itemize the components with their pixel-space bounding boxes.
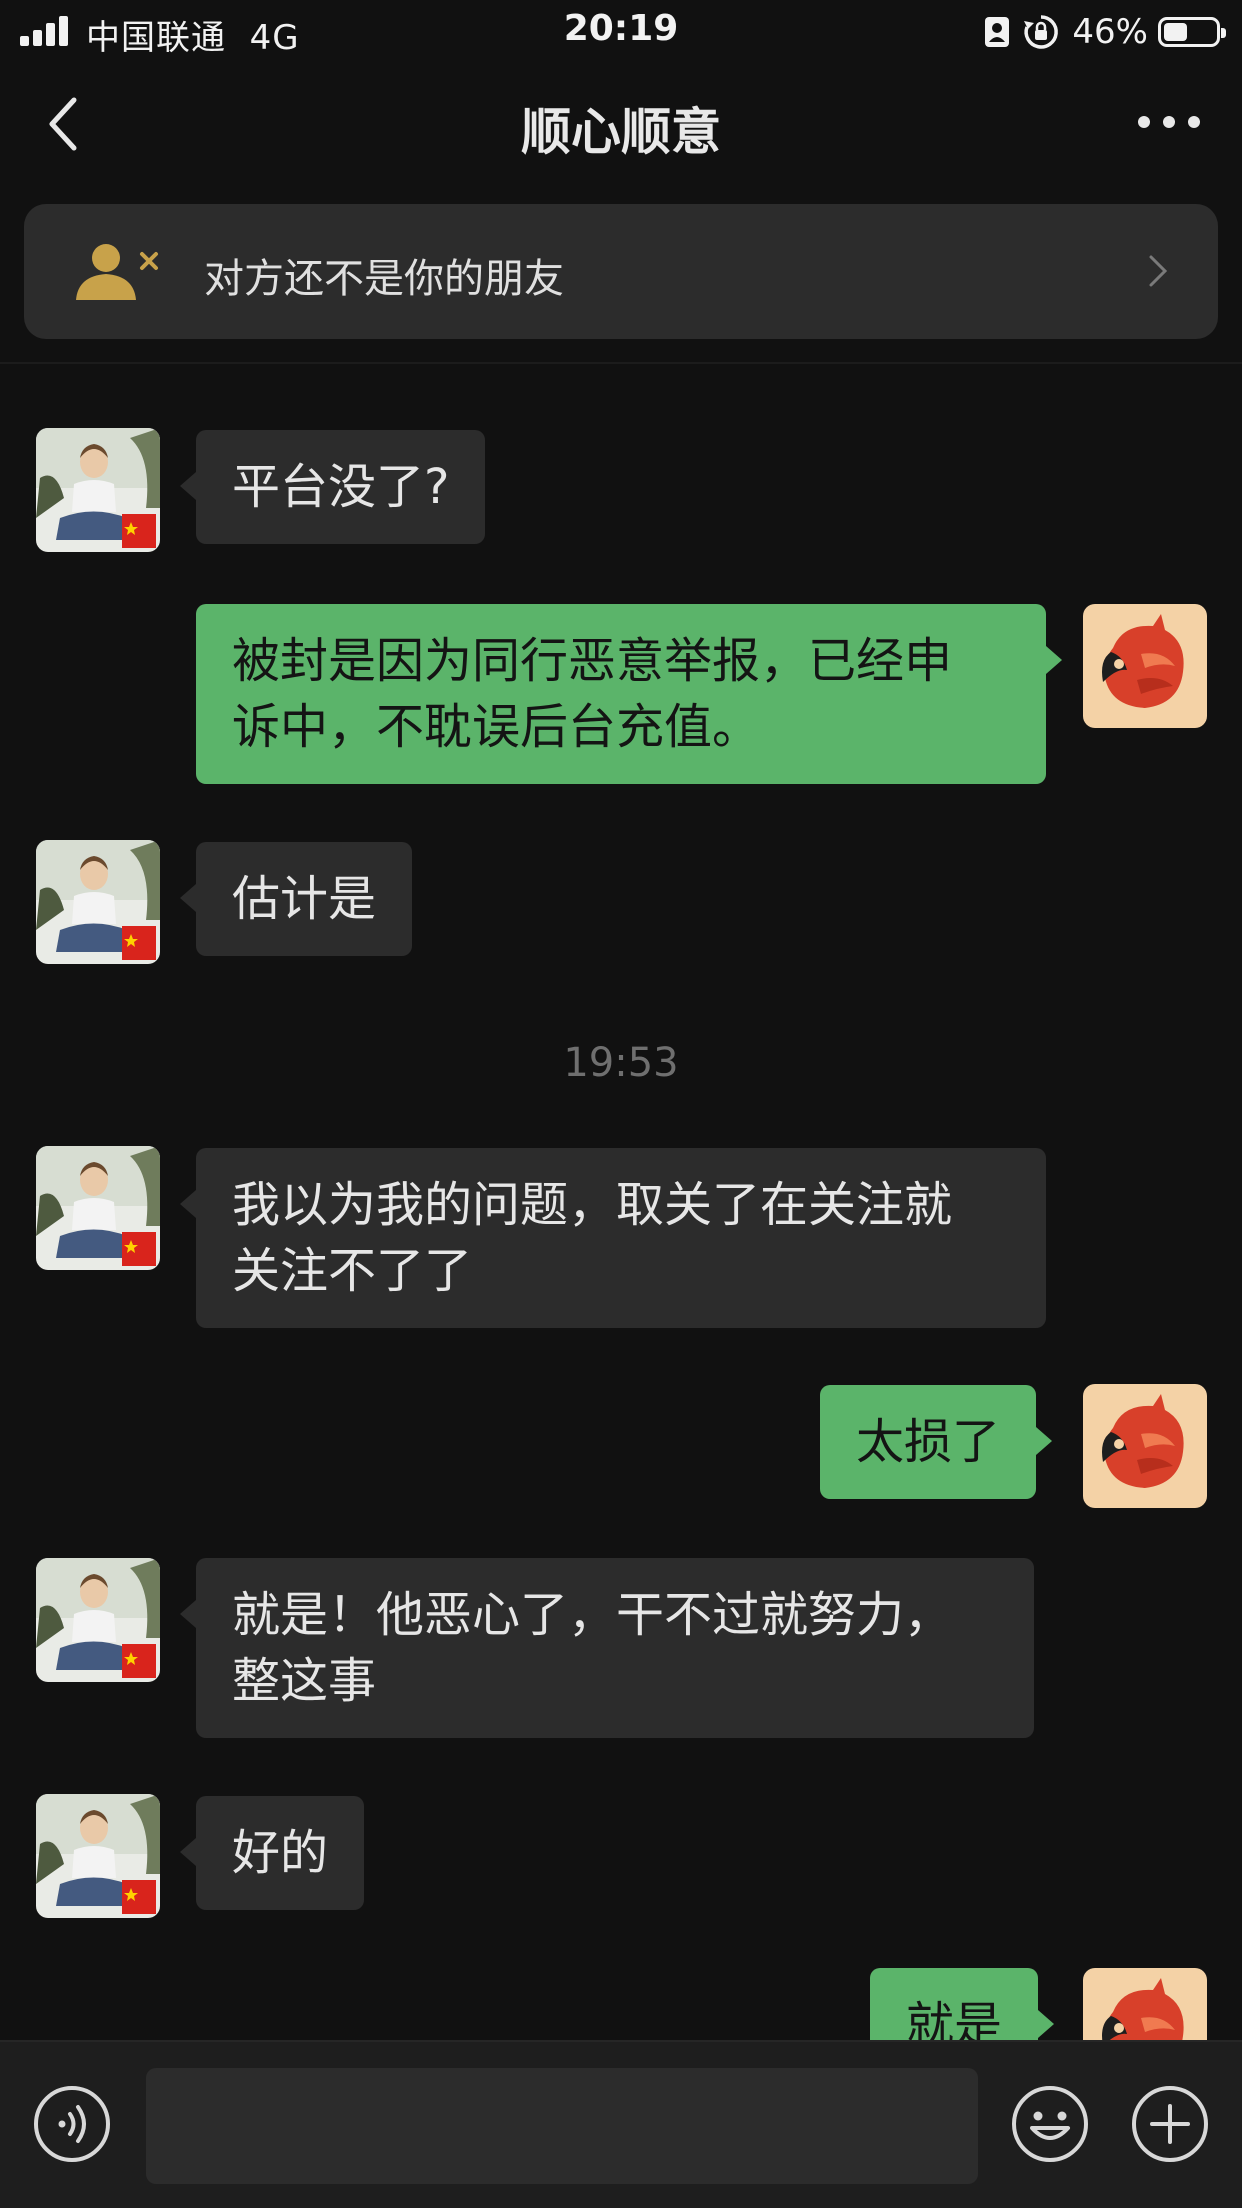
message-bubble-incoming[interactable]: 估计是	[179, 842, 413, 956]
message-bubble-incoming[interactable]: 就是！他恶心了，干不过就努力， 整这事	[180, 1558, 1034, 1738]
emoji-icon[interactable]	[1010, 2084, 1090, 2164]
plus-icon[interactable]	[1130, 2084, 1210, 2164]
message-input[interactable]	[146, 2068, 978, 2184]
divider	[0, 362, 1242, 364]
battery-fill	[1164, 23, 1187, 41]
contact-avatar[interactable]	[36, 428, 160, 552]
chat-screen: 中国联通 4G 20:19 46% 顺心顺意 对方还不是你的朋友 平台没了? 被…	[0, 0, 1242, 2208]
rotation-lock-icon	[1024, 15, 1059, 49]
message-bubble-incoming[interactable]: 平台没了?	[179, 430, 486, 544]
battery-icon	[1158, 17, 1226, 47]
not-friend-banner[interactable]: 对方还不是你的朋友	[24, 204, 1218, 339]
message-bubble-outgoing[interactable]: 太损了	[820, 1385, 1053, 1499]
battery-percent: 46%	[1072, 12, 1148, 52]
more-dots-icon[interactable]	[1136, 107, 1202, 137]
contact-avatar[interactable]	[36, 840, 160, 964]
message-bubble-outgoing[interactable]: 被封是因为同行恶意举报，已经申 诉中，不耽误后台充值。	[196, 604, 1062, 784]
chevron-right-icon	[1149, 255, 1168, 287]
contact-avatar[interactable]	[36, 1146, 160, 1270]
message-bubble-incoming[interactable]: 好的	[179, 1796, 365, 1910]
message-timestamp: 19:53	[563, 1040, 679, 1086]
contact-avatar[interactable]	[36, 1558, 160, 1682]
my-avatar[interactable]	[1083, 1384, 1207, 1508]
user-remove-icon	[76, 244, 158, 300]
page-title: 顺心顺意	[521, 103, 721, 161]
contact-icon	[985, 17, 1010, 47]
banner-text: 对方还不是你的朋友	[204, 256, 564, 302]
status-right: 46%	[982, 12, 1226, 52]
contact-avatar[interactable]	[36, 1794, 160, 1918]
my-avatar[interactable]	[1083, 604, 1207, 728]
status-bar: 中国联通 4G 20:19 46%	[0, 0, 1242, 62]
nav-bar: 顺心顺意	[0, 62, 1242, 192]
message-bubble-incoming[interactable]: 我以为我的问题，取关了在关注就 关注不了了	[180, 1148, 1046, 1328]
input-bar	[0, 2040, 1242, 2208]
voice-icon[interactable]	[32, 2084, 112, 2164]
